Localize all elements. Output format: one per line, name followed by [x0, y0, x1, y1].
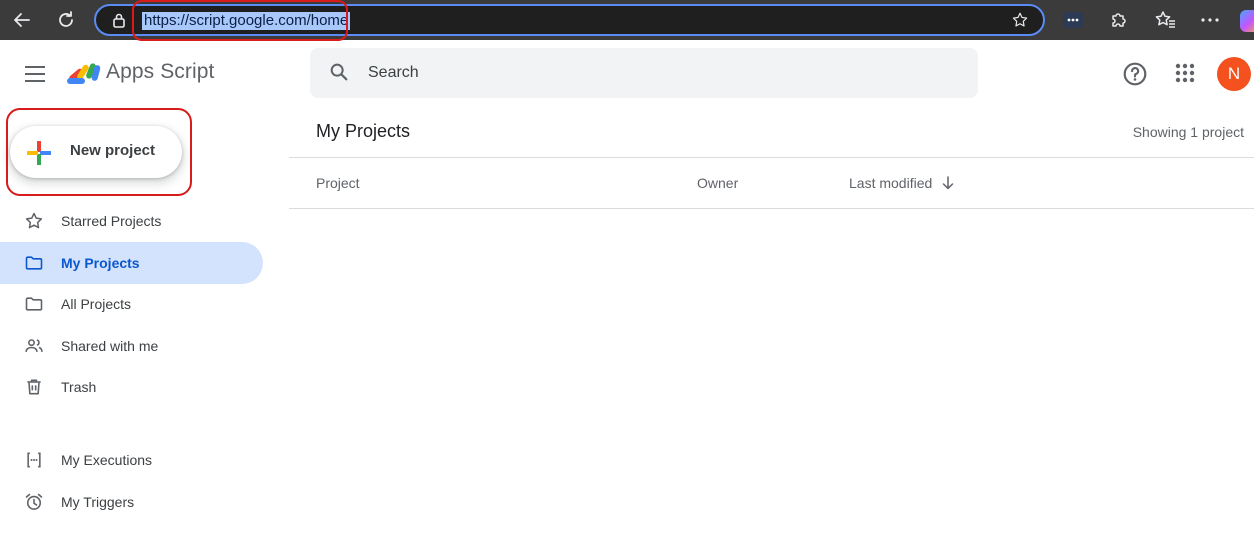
search-bar[interactable] [310, 48, 978, 98]
help-icon[interactable] [1122, 61, 1148, 92]
apps-script-logo-icon [66, 58, 102, 88]
sidebar-item-trash[interactable]: Trash [0, 366, 263, 408]
new-project-button[interactable]: New project [10, 126, 182, 178]
sidebar-item-starred-projects[interactable]: Starred Projects [0, 200, 263, 242]
sidebar-item-label: My Triggers [61, 494, 135, 510]
sidebar-item-label: Starred Projects [61, 213, 162, 229]
project-count-text: Showing 1 project [1132, 124, 1244, 140]
search-icon[interactable] [328, 61, 350, 88]
alarm-clock-icon [24, 492, 44, 512]
url-text[interactable]: https://script.google.com/home [142, 12, 351, 30]
column-header-owner[interactable]: Owner [697, 175, 738, 191]
copilot-icon[interactable] [1240, 10, 1254, 32]
star-icon [24, 211, 44, 231]
sidebar-item-label: All Projects [61, 296, 132, 312]
folder-icon [24, 294, 44, 314]
sidebar-item-label: Trash [61, 379, 97, 395]
new-project-label: New project [70, 142, 156, 159]
extensions-puzzle-icon[interactable] [1106, 8, 1130, 32]
favorites-icon[interactable] [1154, 8, 1178, 32]
sidebar-item-all-projects[interactable]: All Projects [0, 283, 263, 325]
sidebar-item-my-executions[interactable]: My Executions [0, 439, 263, 481]
main-menu-icon[interactable] [22, 62, 48, 86]
sidebar-item-label: My Projects [61, 255, 140, 271]
sidebar-item-label: My Executions [61, 452, 153, 468]
more-options-icon[interactable] [1198, 8, 1222, 32]
plus-icon [26, 140, 52, 171]
column-header-last-modified[interactable]: Last modified [849, 175, 932, 191]
address-bar[interactable]: https://script.google.com/home [94, 4, 1045, 36]
sort-descending-arrow-icon[interactable] [941, 175, 955, 196]
reload-icon[interactable] [54, 8, 78, 32]
search-input[interactable] [368, 60, 928, 86]
divider [289, 157, 1254, 158]
people-icon [24, 336, 44, 356]
trash-icon [24, 377, 44, 397]
avatar[interactable]: N [1217, 57, 1251, 91]
executions-icon [24, 450, 44, 470]
lock-icon[interactable] [112, 12, 126, 33]
folder-icon [24, 253, 44, 273]
favorite-star-icon[interactable] [1011, 11, 1029, 34]
extension-badge-icon[interactable] [1063, 12, 1083, 28]
sidebar-item-my-projects[interactable]: My Projects [0, 242, 263, 284]
google-apps-grid-icon[interactable] [1173, 61, 1197, 90]
column-header-project[interactable]: Project [316, 175, 360, 191]
browser-toolbar: https://script.google.com/home [0, 0, 1254, 40]
page-title: My Projects [316, 121, 411, 141]
app-title[interactable]: Apps Script [106, 60, 214, 84]
sidebar-item-my-triggers[interactable]: My Triggers [0, 481, 263, 523]
back-arrow-icon[interactable] [10, 8, 34, 32]
sidebar-item-shared-with-me[interactable]: Shared with me [0, 325, 263, 367]
divider [289, 208, 1254, 209]
sidebar-item-label: Shared with me [61, 338, 159, 354]
